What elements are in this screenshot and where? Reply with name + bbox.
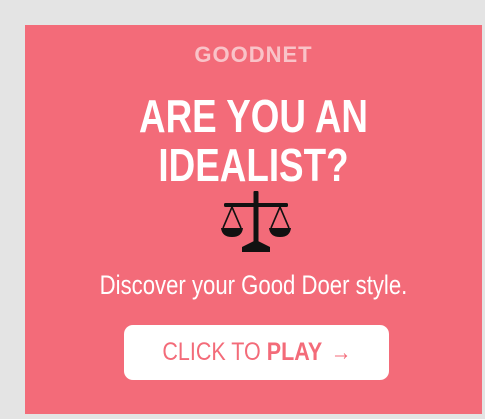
cta-strong: PLAY xyxy=(266,338,322,366)
click-to-play-button[interactable]: CLICK TO PLAY → xyxy=(124,325,389,380)
cta-prefix: CLICK TO xyxy=(161,338,261,366)
scales-of-justice-icon xyxy=(221,191,291,252)
frame-edge xyxy=(485,0,492,419)
arrow-right-icon: → xyxy=(330,338,352,366)
headline-line-2: IDEALIST? xyxy=(158,139,349,191)
tagline: Discover your Good Doer style. xyxy=(99,270,408,300)
cta-label: CLICK TO PLAY → xyxy=(162,338,351,367)
ad-card[interactable]: GOODNET ARE YOU AN IDEALIST? Discover yo… xyxy=(25,25,482,414)
headline-line-1: ARE YOU AN xyxy=(138,90,368,142)
brand-logo: GOODNET xyxy=(194,42,313,67)
